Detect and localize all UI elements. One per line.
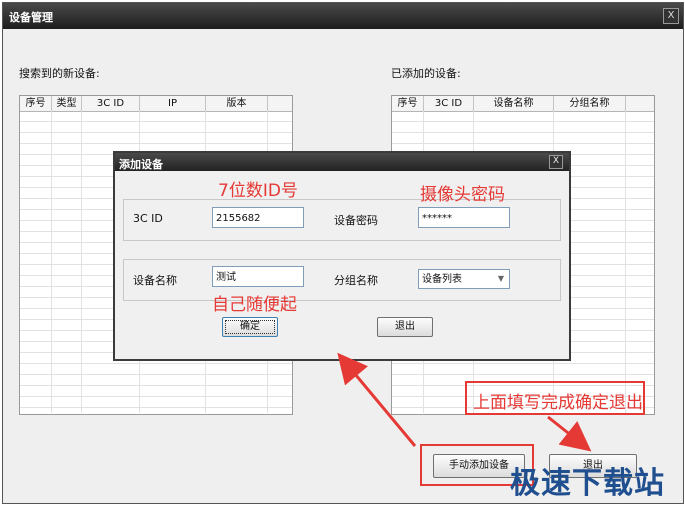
arrow-to-dialog — [337, 352, 417, 447]
watermark-logo: 极速下载站 — [510, 466, 665, 501]
arrow-to-exit — [547, 415, 592, 452]
annotation-arrows — [337, 352, 592, 452]
